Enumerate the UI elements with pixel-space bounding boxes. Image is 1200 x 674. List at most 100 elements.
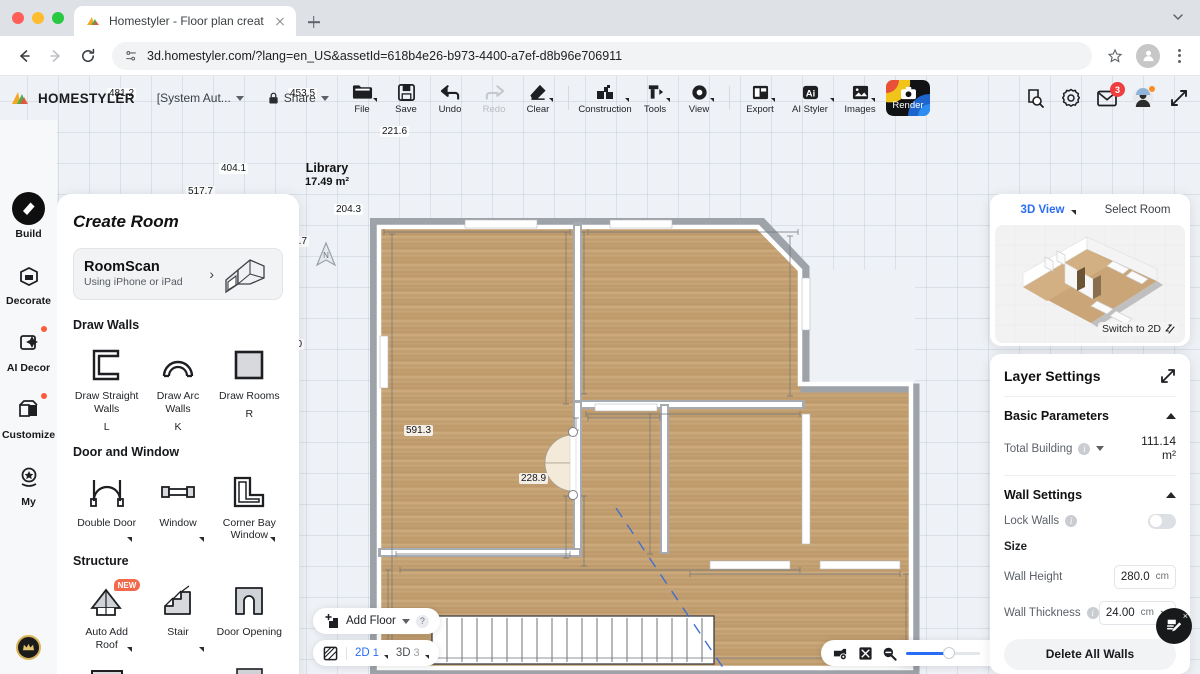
render-button[interactable]: Render	[886, 80, 930, 116]
roomscan-card[interactable]: RoomScan Using iPhone or iPad ›	[73, 248, 283, 300]
project-selector[interactable]: [System Aut...	[157, 91, 244, 105]
expand-icon[interactable]	[1160, 368, 1176, 384]
tab-select-room[interactable]: Select Room	[1090, 204, 1185, 216]
add-floor-button[interactable]: Add Floor ?	[313, 608, 440, 634]
tool-clear[interactable]: Clear	[516, 76, 560, 120]
info-icon[interactable]: i	[1065, 515, 1077, 527]
tool-door-opening[interactable]: Door Opening	[216, 577, 283, 654]
tool-corner-bay-window[interactable]: Corner Bay Window	[216, 468, 283, 545]
tool-auto-add-roof[interactable]: NEW Auto Add Roof	[73, 577, 140, 654]
tool-draw-arc-walls[interactable]: Draw Arc Walls K	[144, 341, 211, 435]
chevron-down-icon	[402, 619, 410, 624]
tool-redo[interactable]: Redo	[472, 76, 516, 120]
sidebar-item-ai-decor[interactable]: AI Decor	[3, 326, 55, 374]
minimize-window-button[interactable]	[32, 12, 44, 24]
info-icon[interactable]: i	[1087, 607, 1099, 619]
brand[interactable]: HOMESTYLER	[10, 88, 135, 108]
crown-icon[interactable]	[16, 635, 41, 660]
sidebar-item-customize[interactable]: Customize	[3, 393, 55, 441]
browser-menu-icon[interactable]	[1168, 45, 1190, 67]
fullscreen-icon[interactable]	[1168, 87, 1190, 109]
images-icon	[851, 82, 870, 103]
window-traffic-lights[interactable]	[12, 0, 74, 36]
new-tab-button[interactable]	[300, 8, 328, 36]
chevron-down-icon[interactable]	[1096, 446, 1104, 451]
tool-undo[interactable]: Undo	[428, 76, 472, 120]
sidebar-item-build[interactable]: Build	[3, 192, 55, 240]
tool-label: Stair	[167, 626, 189, 639]
tool-save[interactable]: Save	[384, 76, 428, 120]
3d-preview-viewport[interactable]: Switch to 2D	[995, 225, 1185, 343]
layers-icon[interactable]	[323, 646, 338, 661]
room-label-library[interactable]: Library 17.49 m²	[282, 161, 372, 189]
user-avatar-icon[interactable]	[1132, 87, 1154, 109]
camera-pin-icon[interactable]	[832, 646, 849, 661]
mail-icon[interactable]: 3	[1096, 87, 1118, 109]
close-icon[interactable]	[272, 13, 288, 29]
sidebar-item-my[interactable]: My	[3, 460, 55, 508]
roomscan-3d-icon	[220, 254, 272, 294]
tool-images[interactable]: Images	[838, 76, 882, 120]
floorplan-drawing[interactable]	[370, 218, 920, 674]
compass-icon[interactable]: N	[313, 241, 339, 271]
gear-icon[interactable]	[1060, 87, 1082, 109]
tool-double-door[interactable]: Double Door	[73, 468, 140, 545]
basic-parameters-header[interactable]: Basic Parameters	[1004, 409, 1176, 423]
tool-square-column[interactable]: Square Column	[216, 658, 283, 674]
tool-tools[interactable]: Tools	[633, 76, 677, 120]
zoom-out-icon[interactable]	[882, 646, 897, 661]
zoom-slider-knob[interactable]	[944, 648, 954, 658]
size-row: Size	[1004, 541, 1176, 553]
sidebar-item-label: Decorate	[6, 295, 51, 307]
profile-avatar[interactable]	[1136, 44, 1160, 68]
feedback-fab-button[interactable]: ×	[1156, 608, 1192, 644]
zoom-slider[interactable]	[906, 652, 980, 655]
tool-window[interactable]: Window	[144, 468, 211, 545]
dropdown-corner-icon	[830, 98, 834, 102]
notification-dot	[1148, 85, 1156, 93]
info-icon[interactable]: i	[1078, 443, 1090, 455]
tool-export[interactable]: Export	[738, 76, 782, 120]
close-icon[interactable]: ×	[1183, 611, 1188, 621]
help-icon[interactable]: ?	[416, 615, 429, 628]
tool-ai-styler[interactable]: Ai AI Styler	[782, 76, 838, 120]
tool-draw-straight-walls[interactable]: Draw Straight Walls L	[73, 341, 140, 435]
tool-construction[interactable]: Construction	[577, 76, 633, 120]
switch-to-2d-button[interactable]: Switch to 2D	[1098, 322, 1179, 336]
tool-beam[interactable]: Beam	[144, 658, 211, 674]
tab-3d-view[interactable]: 3D View	[995, 204, 1090, 216]
site-settings-icon[interactable]	[124, 49, 138, 63]
section-title: Wall Settings	[1004, 488, 1082, 502]
chevron-down-icon	[321, 96, 329, 101]
toolbar-divider	[729, 86, 730, 110]
mirror-icon[interactable]	[858, 646, 873, 661]
sidebar-item-decorate[interactable]: Decorate	[3, 259, 55, 307]
back-button[interactable]	[10, 42, 38, 70]
wall-settings-header[interactable]: Wall Settings	[1004, 488, 1176, 502]
tool-view[interactable]: View	[677, 76, 721, 120]
url-bar[interactable]: 3d.homestyler.com/?lang=en_US&assetId=61…	[112, 42, 1092, 70]
view-3d-tab[interactable]: 3D 3	[396, 647, 429, 659]
close-window-button[interactable]	[12, 12, 24, 24]
search-doc-icon[interactable]	[1024, 87, 1046, 109]
tool-flue[interactable]: Flue	[73, 658, 140, 674]
bookmark-star-icon[interactable]	[1102, 43, 1128, 69]
room-name: Library	[282, 161, 372, 176]
tool-stair[interactable]: Stair	[144, 577, 211, 654]
chevron-down-icon[interactable]	[1170, 9, 1186, 25]
tool-draw-rooms[interactable]: Draw Rooms R	[216, 341, 283, 435]
lock-walls-toggle[interactable]	[1148, 514, 1176, 529]
reload-button[interactable]	[74, 42, 102, 70]
forward-button[interactable]	[42, 42, 70, 70]
wall-height-input[interactable]: 280.0 cm	[1114, 565, 1176, 589]
straight-walls-icon	[88, 345, 126, 385]
zoom-controls	[821, 640, 1015, 666]
maximize-window-button[interactable]	[52, 12, 64, 24]
share-button[interactable]: Share	[268, 91, 329, 105]
delete-all-walls-button[interactable]: Delete All Walls	[1004, 639, 1176, 670]
view-2d-tab[interactable]: 2D 1	[355, 647, 388, 659]
browser-tab[interactable]: Homestyler - Floor plan creat	[74, 6, 296, 36]
tool-file[interactable]: File	[340, 76, 384, 120]
wall-height-value: 280.0	[1121, 571, 1150, 583]
tool-label: Clear	[527, 104, 550, 115]
